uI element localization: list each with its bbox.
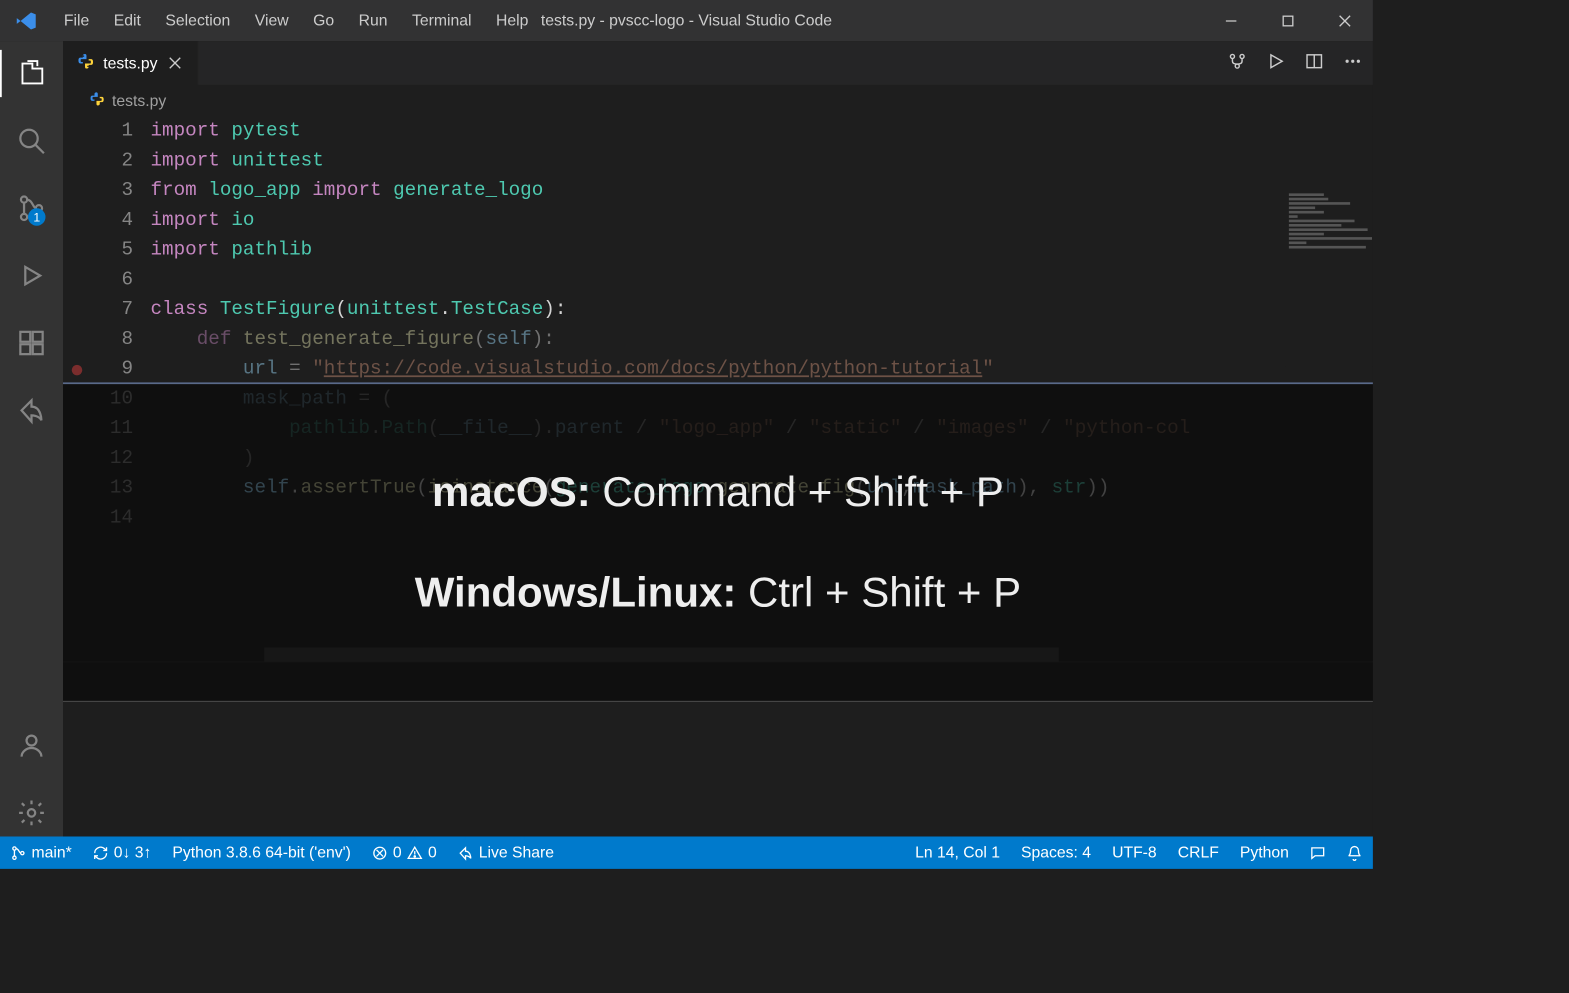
activity-search[interactable] xyxy=(0,117,63,164)
maximize-button[interactable] xyxy=(1259,0,1316,41)
menu-run[interactable]: Run xyxy=(347,6,399,35)
activity-settings[interactable] xyxy=(0,789,63,836)
status-encoding[interactable]: UTF-8 xyxy=(1102,837,1168,869)
tab-tests-py[interactable]: tests.py xyxy=(63,41,199,85)
menu-go[interactable]: Go xyxy=(302,6,346,35)
status-problems[interactable]: 0 0 xyxy=(361,837,447,869)
minimize-button[interactable] xyxy=(1202,0,1259,41)
code-editor[interactable]: 1 2 3 4 5 6 7 8 9 10 11 12 13 14 import … xyxy=(63,116,1373,661)
status-language[interactable]: Python xyxy=(1229,837,1299,869)
editor-area: tests.py tests.py 1 2 3 4 5 xyxy=(63,41,1373,836)
activity-source-control[interactable]: 1 xyxy=(0,185,63,232)
status-feedback-icon[interactable] xyxy=(1299,837,1336,869)
minimap[interactable] xyxy=(1285,192,1373,367)
compare-icon[interactable] xyxy=(1228,51,1247,75)
status-python[interactable]: Python 3.8.6 64-bit ('env') xyxy=(162,837,362,869)
activity-accounts[interactable] xyxy=(0,722,63,769)
activity-extensions[interactable] xyxy=(0,319,63,366)
more-icon[interactable] xyxy=(1343,51,1362,75)
status-eol[interactable]: CRLF xyxy=(1167,837,1229,869)
gutter: 1 2 3 4 5 6 7 8 9 10 11 12 13 14 xyxy=(63,116,151,661)
status-sync[interactable]: 0↓ 3↑ xyxy=(82,837,162,869)
window-controls xyxy=(1202,0,1373,41)
status-branch[interactable]: main* xyxy=(0,837,82,869)
tab-bar: tests.py xyxy=(63,41,1373,85)
vscode-icon xyxy=(0,9,53,32)
menu-bar: File Edit Selection View Go Run Terminal… xyxy=(53,6,540,35)
activity-bar: 1 xyxy=(0,41,63,836)
window-title: tests.py - pvscc-logo - Visual Studio Co… xyxy=(541,11,832,29)
activity-live-share[interactable] xyxy=(0,387,63,434)
breadcrumb[interactable]: tests.py xyxy=(63,85,1373,117)
breadcrumb-file: tests.py xyxy=(112,91,166,109)
menu-view[interactable]: View xyxy=(243,6,300,35)
horizontal-scrollbar[interactable] xyxy=(151,648,1286,662)
code-lines[interactable]: import pytest import unittest from logo_… xyxy=(151,116,1373,661)
panel[interactable] xyxy=(63,662,1373,837)
title-bar: File Edit Selection View Go Run Terminal… xyxy=(0,0,1373,41)
tab-close-icon[interactable] xyxy=(166,54,184,72)
run-icon[interactable] xyxy=(1266,51,1285,75)
breakpoint-icon[interactable] xyxy=(72,365,83,376)
python-icon xyxy=(77,52,95,74)
menu-terminal[interactable]: Terminal xyxy=(401,6,483,35)
activity-explorer[interactable] xyxy=(0,50,63,97)
menu-edit[interactable]: Edit xyxy=(102,6,152,35)
activity-run-debug[interactable] xyxy=(0,252,63,299)
menu-selection[interactable]: Selection xyxy=(154,6,242,35)
python-icon xyxy=(89,91,105,111)
status-cursor-position[interactable]: Ln 14, Col 1 xyxy=(905,837,1011,869)
close-button[interactable] xyxy=(1316,0,1373,41)
status-indentation[interactable]: Spaces: 4 xyxy=(1011,837,1102,869)
status-bell-icon[interactable] xyxy=(1336,837,1373,869)
status-bar: main* 0↓ 3↑ Python 3.8.6 64-bit ('env') … xyxy=(0,837,1373,869)
menu-help[interactable]: Help xyxy=(485,6,540,35)
split-editor-icon[interactable] xyxy=(1305,51,1324,75)
status-live-share[interactable]: Live Share xyxy=(447,837,564,869)
menu-file[interactable]: File xyxy=(53,6,101,35)
scm-badge: 1 xyxy=(28,208,46,226)
tab-label: tests.py xyxy=(103,54,157,72)
